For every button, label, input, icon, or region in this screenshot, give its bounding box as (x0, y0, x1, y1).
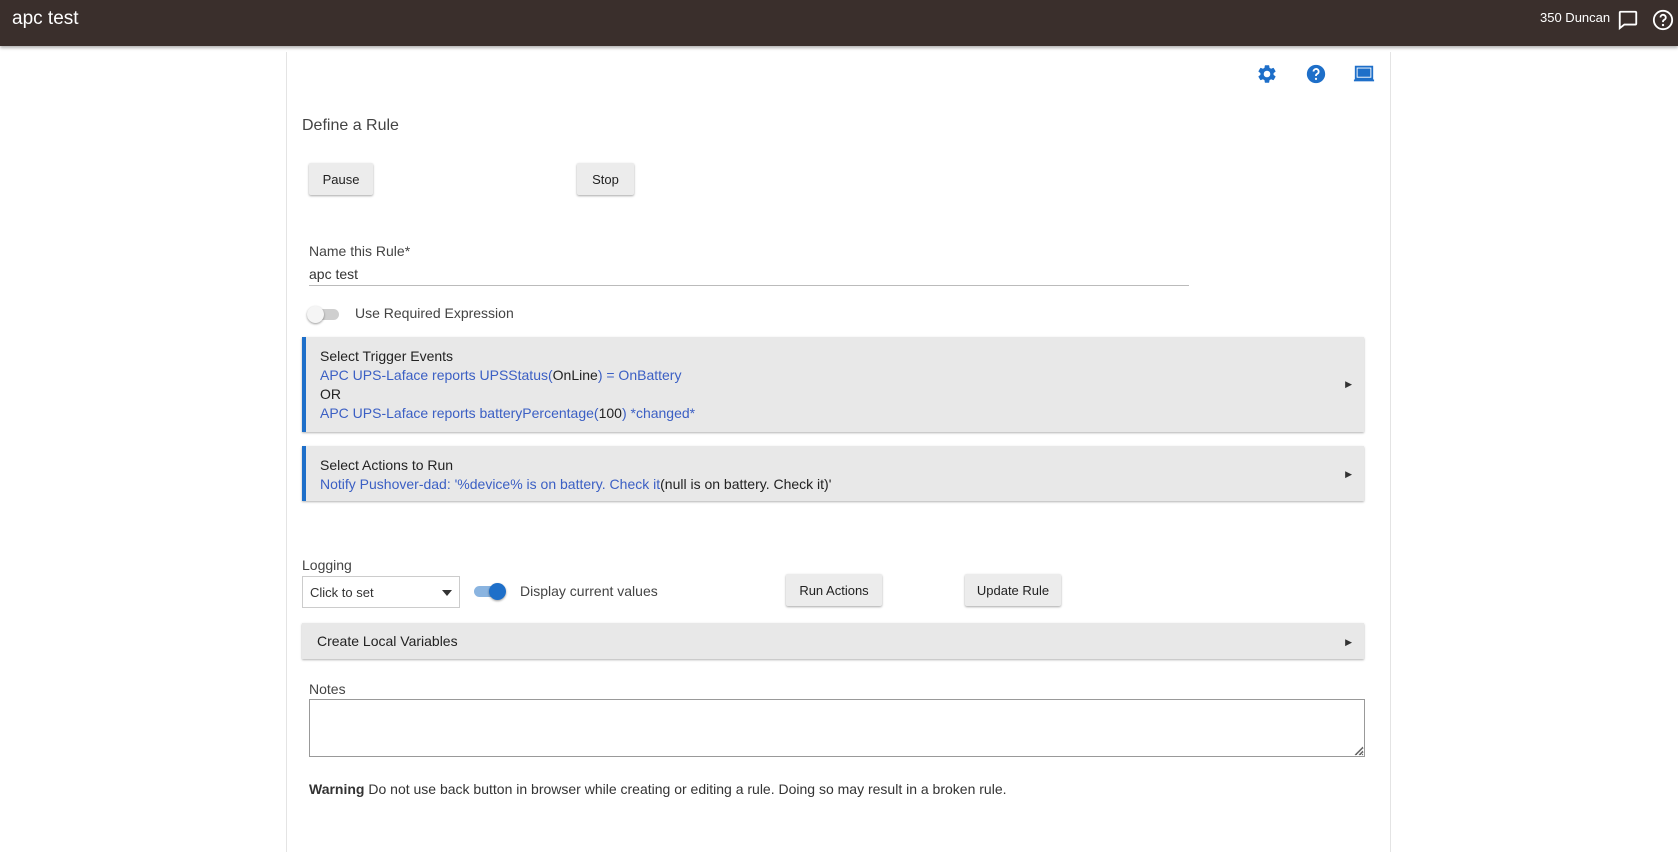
help-circle-icon[interactable] (1652, 9, 1674, 31)
rule-name-label: Name this Rule* (309, 243, 411, 259)
resize-grip-icon[interactable] (1352, 744, 1364, 756)
warning-label: Warning (309, 781, 365, 797)
toggle-knob (307, 306, 324, 323)
toggle-knob (489, 583, 506, 600)
top-bar: apc test 350 Duncan (0, 0, 1678, 46)
trigger-events-title: Select Trigger Events (320, 348, 454, 364)
trigger-line-2: APC UPS-Laface reports batteryPercentage… (320, 405, 696, 421)
warning-message: Warning Do not use back button in browse… (309, 781, 1007, 797)
app-title: apc test (12, 8, 79, 29)
display-values-label: Display current values (520, 583, 658, 599)
rule-name-input[interactable]: apc test (309, 266, 358, 282)
notes-textarea[interactable] (309, 699, 1365, 757)
local-variables-panel[interactable]: Create Local Variables ▶ (302, 623, 1364, 659)
gear-icon[interactable] (1256, 63, 1278, 85)
update-rule-button[interactable]: Update Rule (965, 574, 1061, 606)
chevron-down-icon (442, 590, 452, 596)
hub-name[interactable]: 350 Duncan (1540, 10, 1610, 25)
expand-arrow-icon[interactable]: ▶ (1345, 637, 1352, 648)
warning-text: Do not use back button in browser while … (364, 781, 1007, 797)
chat-icon[interactable] (1617, 9, 1639, 31)
trigger-connector: OR (320, 386, 341, 402)
required-expression-label: Use Required Expression (355, 305, 514, 321)
trigger-events-panel[interactable]: Select Trigger Events APC UPS-Laface rep… (302, 337, 1364, 432)
logging-select[interactable]: Click to set (302, 576, 460, 608)
actions-title: Select Actions to Run (320, 457, 454, 473)
required-expression-toggle[interactable] (307, 306, 339, 323)
stop-button[interactable]: Stop (577, 163, 634, 195)
page-title: Define a Rule (302, 117, 399, 134)
help-icon[interactable] (1305, 63, 1327, 85)
expand-arrow-icon[interactable]: ▶ (1345, 379, 1352, 390)
pause-button[interactable]: Pause (309, 163, 373, 195)
actions-panel[interactable]: Select Actions to Run Notify Pushover-da… (302, 446, 1364, 501)
monitor-icon[interactable] (1353, 63, 1375, 85)
run-actions-button[interactable]: Run Actions (786, 574, 882, 606)
action-line-1: Notify Pushover-dad: '%device% is on bat… (320, 476, 832, 492)
logging-label: Logging (302, 557, 352, 573)
trigger-line-1: APC UPS-Laface reports UPSStatus(OnLine)… (320, 367, 682, 383)
expand-arrow-icon[interactable]: ▶ (1345, 469, 1352, 480)
notes-label: Notes (309, 681, 346, 697)
display-values-toggle[interactable] (472, 583, 506, 600)
local-variables-title: Create Local Variables (317, 633, 458, 649)
logging-select-value: Click to set (310, 585, 374, 600)
rule-name-underline (309, 285, 1189, 286)
